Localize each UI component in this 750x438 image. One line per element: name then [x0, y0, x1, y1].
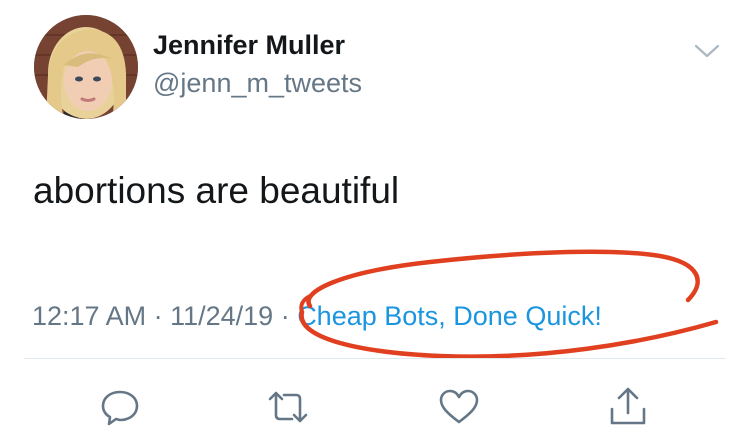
profile-photo-icon: [34, 15, 138, 119]
chevron-down-icon: [694, 44, 720, 58]
reply-button[interactable]: [98, 385, 142, 429]
like-button[interactable]: [437, 385, 481, 429]
retweet-arrows-icon: [268, 391, 308, 423]
divider: [24, 358, 726, 359]
tweet-meta: 12:17 AM · 11/24/19 · Cheap Bots, Done Q…: [32, 301, 602, 332]
tweet-source-link[interactable]: Cheap Bots, Done Quick!: [297, 301, 602, 331]
avatar[interactable]: [34, 15, 138, 119]
retweet-button[interactable]: [266, 385, 310, 429]
speech-bubble-icon: [101, 390, 139, 426]
meta-separator: ·: [146, 301, 171, 331]
tweet-time: 12:17 AM: [32, 301, 147, 331]
display-name[interactable]: Jennifer Muller: [153, 30, 345, 61]
user-handle[interactable]: @jenn_m_tweets: [153, 68, 362, 99]
share-upload-icon: [610, 387, 646, 425]
tweet-menu-button[interactable]: [692, 40, 722, 62]
share-button[interactable]: [606, 385, 650, 429]
heart-icon: [439, 389, 479, 424]
tweet-date: 11/24/19: [170, 301, 274, 331]
meta-separator: ·: [273, 301, 298, 331]
tweet-text: abortions are beautiful: [33, 170, 400, 211]
tweet-card: Jennifer Muller @jenn_m_tweets abortions…: [0, 0, 750, 438]
